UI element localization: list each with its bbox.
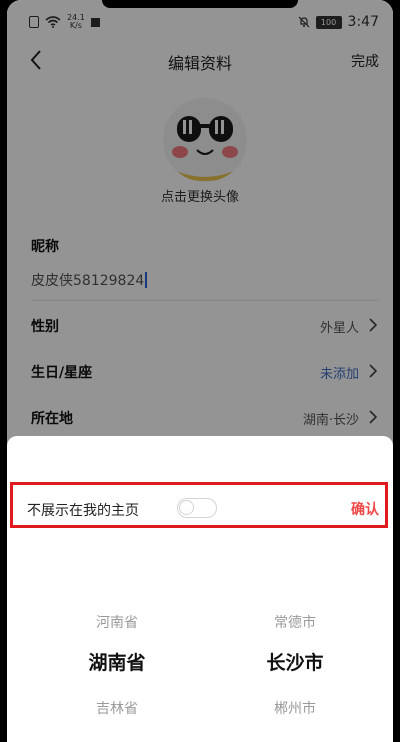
toggle-knob: [179, 500, 194, 515]
city-option-selected[interactable]: 长沙市: [225, 648, 365, 675]
province-option[interactable]: 吉林省: [47, 698, 187, 718]
province-option-selected[interactable]: 湖南省: [47, 648, 187, 675]
hide-on-homepage-toggle[interactable]: [177, 498, 217, 518]
city-option[interactable]: 常德市: [225, 612, 365, 632]
confirm-button[interactable]: 确认: [351, 499, 379, 519]
phone-screen: 24.1 K/s 100 3:47 编辑资料 完成 点击更换头像 昵称 皮皮侠5…: [7, 0, 393, 742]
location-picker-sheet: 不展示在我的主页 确认 河南省 湖南省 吉林省 常德市 长沙市 郴州市: [7, 436, 393, 742]
province-option[interactable]: 河南省: [47, 612, 187, 632]
hide-on-homepage-label: 不展示在我的主页: [27, 503, 139, 519]
city-option[interactable]: 郴州市: [225, 698, 365, 718]
